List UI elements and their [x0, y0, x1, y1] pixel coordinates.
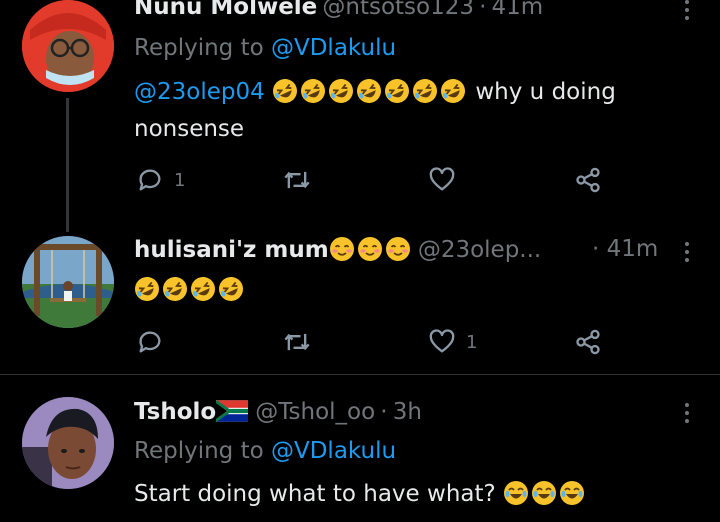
tweet-header: hulisani'z mum @23olep... — [134, 236, 541, 263]
tweet-time: · 41m — [592, 236, 658, 262]
like-icon — [428, 328, 456, 356]
timestamp[interactable]: 41m — [607, 236, 659, 262]
tweet-header: Tsholo @Tshol_oo · 3h — [134, 399, 422, 425]
handle[interactable]: @Tshol_oo — [255, 399, 375, 425]
share-icon — [574, 166, 602, 194]
rofl-emoji — [134, 276, 160, 302]
rofl-emoji — [272, 78, 298, 104]
replying-label: Replying to — [134, 35, 264, 61]
more-icon[interactable] — [684, 401, 690, 427]
timestamp[interactable]: 3h — [393, 399, 422, 425]
like-button[interactable]: 1 — [428, 328, 477, 356]
thread-line — [66, 98, 69, 232]
reply-button[interactable]: 1 — [136, 166, 185, 194]
handle[interactable]: @ntsotso123 — [322, 0, 474, 20]
rofl-emoji — [190, 276, 216, 302]
rofl-emoji — [218, 276, 244, 302]
display-name[interactable]: Nunu Molwele — [134, 0, 317, 20]
tweet-text: Start doing what to have what? — [134, 476, 587, 513]
rofl-emoji — [300, 78, 326, 104]
joy-emoji — [503, 480, 529, 506]
tweet-text-line2: nonsense — [134, 116, 245, 142]
share-icon — [574, 328, 602, 356]
retweet-button[interactable] — [283, 328, 311, 356]
joy-emoji — [559, 480, 585, 506]
more-icon[interactable] — [684, 0, 690, 24]
mention-link[interactable]: @23olep04 — [134, 79, 265, 105]
replying-to-link[interactable]: @VDlakulu — [271, 438, 396, 464]
reply-count: 1 — [174, 169, 186, 191]
reply-button[interactable] — [136, 328, 174, 356]
tweet-text-content: Start doing what to have what? — [134, 481, 496, 507]
joy-emoji — [531, 480, 557, 506]
share-button[interactable] — [574, 328, 602, 356]
tweet-tsholo[interactable]: Tsholo @Tshol_oo · 3h Replying to @VDlak… — [0, 375, 720, 522]
avatar[interactable] — [22, 236, 114, 328]
avatar-photo-icon — [22, 0, 114, 92]
avatar-photo-icon — [22, 397, 114, 489]
retweet-icon — [283, 328, 311, 356]
smiling-blush-emoji — [329, 236, 355, 262]
like-button[interactable] — [428, 166, 456, 194]
tweet-text-tail: why u doing — [475, 79, 616, 105]
rofl-emoji — [356, 78, 382, 104]
more-icon[interactable] — [684, 240, 690, 266]
avatar[interactable] — [22, 0, 114, 92]
separator: · — [592, 236, 600, 262]
replying-label: Replying to — [134, 438, 264, 464]
rofl-emoji — [162, 276, 188, 302]
replying-to-link[interactable]: @VDlakulu — [271, 35, 396, 61]
replying-to: Replying to @VDlakulu — [134, 35, 396, 61]
like-count: 1 — [466, 331, 478, 353]
timestamp[interactable]: 41m — [492, 0, 544, 20]
smiling-blush-emoji — [385, 236, 411, 262]
share-button[interactable] — [574, 166, 602, 194]
tweet-text — [134, 276, 246, 302]
south-africa-flag — [216, 400, 249, 422]
avatar-photo-icon — [22, 236, 114, 328]
smiling-blush-emoji — [357, 236, 383, 262]
retweet-button[interactable] — [283, 166, 311, 194]
separator: · — [479, 0, 487, 20]
rofl-emoji — [384, 78, 410, 104]
tweet-hulisani[interactable]: hulisani'z mum @23olep... · 41m 1 — [0, 232, 720, 374]
tweet-text: @23olep04 why u doing — [134, 74, 616, 111]
rofl-emoji — [328, 78, 354, 104]
tweet-nunu[interactable]: Nunu Molwele @ntsotso123 · 41m Replying … — [0, 0, 720, 232]
handle[interactable]: @23olep... — [418, 237, 541, 263]
rofl-emoji — [440, 78, 466, 104]
display-name[interactable]: hulisani'z mum — [134, 237, 329, 263]
display-name[interactable]: Tsholo — [134, 399, 216, 425]
retweet-icon — [283, 166, 311, 194]
avatar[interactable] — [22, 397, 114, 489]
reply-icon — [136, 328, 164, 356]
like-icon — [428, 166, 456, 194]
rofl-emoji — [412, 78, 438, 104]
replying-to: Replying to @VDlakulu — [134, 438, 396, 464]
reply-icon — [136, 166, 164, 194]
tweet-header: Nunu Molwele @ntsotso123 · 41m — [134, 0, 543, 20]
separator: · — [380, 399, 388, 425]
